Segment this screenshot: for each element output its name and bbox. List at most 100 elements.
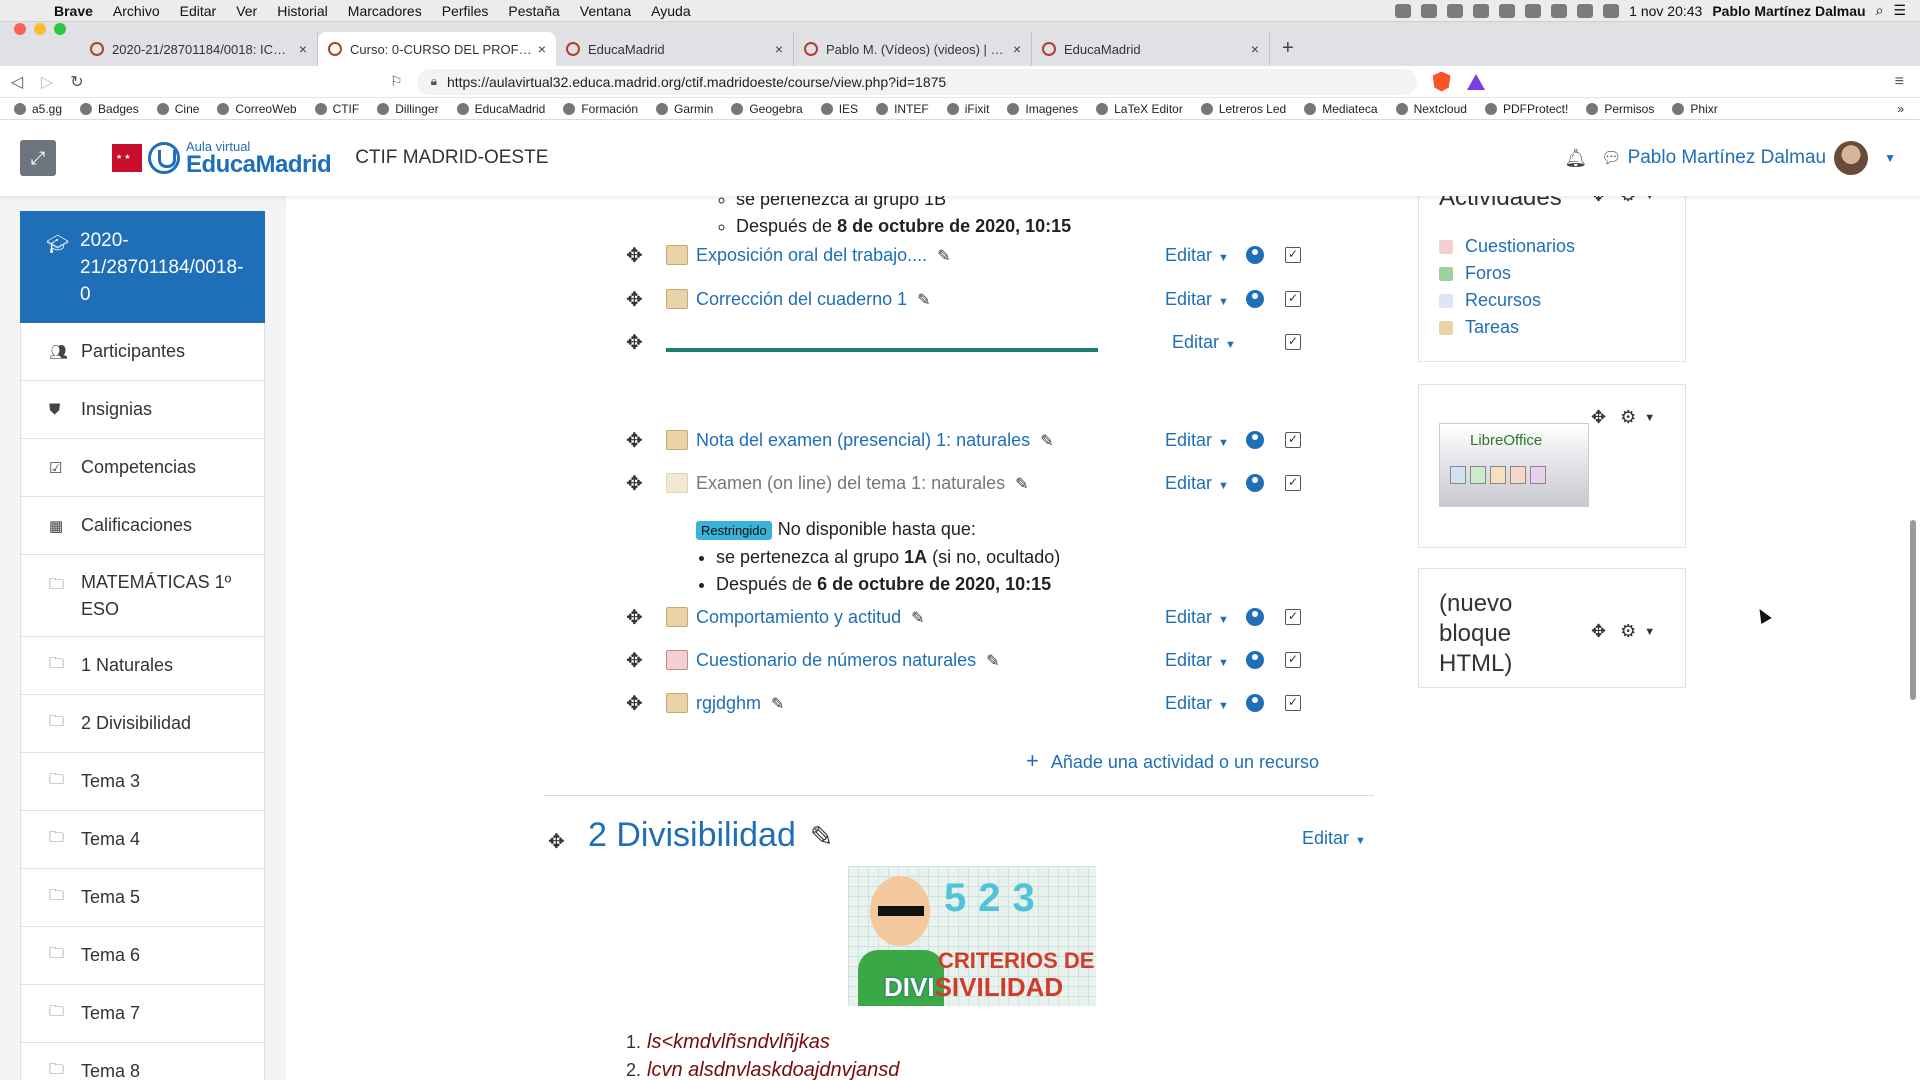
activity-link[interactable]: Cuestionario de números naturales ✎ xyxy=(696,650,1000,671)
browser-tab[interactable]: EducaMadrid × xyxy=(1032,32,1270,66)
caret-down-icon[interactable]: ▼ xyxy=(1644,412,1655,424)
activity-link[interactable]: Comportamiento y actitud ✎ xyxy=(696,607,925,628)
bookmark-item[interactable]: IES xyxy=(820,102,858,116)
bookmark-item[interactable]: INTEF xyxy=(876,102,929,116)
drawer-item-tema-5[interactable]: 🗀 Tema 5 xyxy=(20,869,265,927)
block-link-cuestionarios[interactable]: Cuestionarios xyxy=(1439,233,1575,260)
edit-menu-button[interactable]: Editar ▼ xyxy=(1165,607,1229,628)
drawer-item-tema-3[interactable]: 🗀 Tema 3 xyxy=(20,753,265,811)
move-icon[interactable]: ✥ xyxy=(1591,621,1606,642)
block-link-tareas[interactable]: Tareas xyxy=(1439,314,1575,341)
move-icon[interactable]: ✥ xyxy=(626,648,643,673)
section-edit-menu-button[interactable]: Editar ▼ xyxy=(1302,828,1366,849)
reload-icon[interactable]: ↻ xyxy=(64,72,90,92)
bookmark-icon[interactable]: ⚐ xyxy=(390,73,403,90)
browser-tab-active[interactable]: Curso: 0-CURSO DEL PROFESOR × xyxy=(318,32,556,66)
edit-menu-button[interactable]: Editar ▼ xyxy=(1165,650,1229,671)
drawer-item-matematicas[interactable]: 🗀 MATEMÁTICAS 1º ESO xyxy=(20,555,265,637)
calendar-icon[interactable] xyxy=(1603,3,1620,18)
move-icon[interactable]: ✥ xyxy=(626,691,643,716)
pencil-icon[interactable]: ✎ xyxy=(1040,433,1053,450)
completion-checkbox[interactable]: ✓ xyxy=(1285,334,1301,350)
drawer-item-competencias[interactable]: ☑ Competencias xyxy=(20,439,265,497)
bookmark-item[interactable]: EducaMadrid xyxy=(456,102,545,116)
close-tab-icon[interactable]: × xyxy=(299,41,307,57)
bookmark-item[interactable]: CTIF xyxy=(314,102,359,116)
chevron-down-icon[interactable]: ▼ xyxy=(1884,151,1896,165)
move-icon[interactable]: ✥ xyxy=(626,428,643,453)
add-activity-link[interactable]: + Añade una actividad o un recurso xyxy=(1026,748,1319,774)
close-window-icon[interactable] xyxy=(14,23,26,35)
bookmark-item[interactable]: iFixit xyxy=(946,102,989,116)
close-tab-icon[interactable]: × xyxy=(1251,41,1259,57)
user-role-icon[interactable] xyxy=(1246,694,1264,712)
move-icon[interactable]: ✥ xyxy=(626,243,643,268)
edit-menu-button[interactable]: Editar ▼ xyxy=(1165,245,1229,266)
completion-checkbox[interactable]: ✓ xyxy=(1285,247,1301,263)
avatar[interactable] xyxy=(1834,141,1869,175)
drawer-item-naturales[interactable]: 🗀 1 Naturales xyxy=(20,637,265,695)
bookmark-item[interactable]: Permisos xyxy=(1586,102,1654,116)
bookmark-item[interactable]: LaTeX Editor xyxy=(1096,102,1183,116)
menu-marcadores[interactable]: Marcadores xyxy=(338,3,432,19)
os-user-name[interactable]: Pablo Martínez Dalmau xyxy=(1712,3,1865,19)
site-logo[interactable]: Aula virtual EducaMadrid xyxy=(112,140,332,177)
forward-icon[interactable]: ▷ xyxy=(34,72,60,92)
bookmark-item[interactable]: Badges xyxy=(80,102,139,116)
user-role-icon[interactable] xyxy=(1246,651,1264,669)
pencil-icon[interactable]: ✎ xyxy=(810,821,833,852)
brave-rewards-icon[interactable] xyxy=(1466,73,1485,90)
edit-menu-button[interactable]: Editar ▼ xyxy=(1165,289,1229,310)
libreoffice-image[interactable]: LibreOffice xyxy=(1439,423,1589,507)
close-tab-icon[interactable]: × xyxy=(1013,41,1021,57)
bookmark-item[interactable]: Mediateca xyxy=(1304,102,1378,116)
drawer-toggle-button[interactable]: ⤢ xyxy=(20,140,56,176)
completion-checkbox[interactable]: ✓ xyxy=(1285,432,1301,448)
message-icon[interactable]: 💬︎ xyxy=(1601,148,1621,168)
user-role-icon[interactable] xyxy=(1246,246,1264,264)
bell-icon[interactable]: 🔔︎ xyxy=(1564,148,1587,169)
move-icon[interactable]: ✥ xyxy=(548,829,565,854)
drawer-item-tema-4[interactable]: 🗀 Tema 4 xyxy=(20,811,265,869)
page-scrollbar[interactable] xyxy=(1910,520,1916,700)
clock[interactable]: 1 nov 20:43 xyxy=(1629,3,1702,19)
gear-icon[interactable]: ⚙ xyxy=(1620,407,1636,428)
site-name[interactable]: CTIF MADRID-OESTE xyxy=(355,147,548,169)
bookmarks-overflow-button[interactable]: » xyxy=(1897,102,1904,116)
close-tab-icon[interactable]: × xyxy=(775,41,783,57)
user-menu-name[interactable]: Pablo Martínez Dalmau xyxy=(1628,147,1827,169)
move-icon[interactable]: ✥ xyxy=(626,287,643,312)
pencil-icon[interactable]: ✎ xyxy=(911,610,924,627)
edit-menu-button[interactable]: Editar ▼ xyxy=(1165,693,1229,714)
pencil-icon[interactable]: ✎ xyxy=(771,696,784,713)
pencil-icon[interactable]: ✎ xyxy=(986,653,999,670)
zoom-window-icon[interactable] xyxy=(54,23,66,35)
user-role-icon[interactable] xyxy=(1246,608,1264,626)
edit-menu-button[interactable]: Editar ▼ xyxy=(1165,430,1229,451)
minimize-window-icon[interactable] xyxy=(34,23,46,35)
drawer-course-item[interactable]: 🎓︎ 2020-21/28701184/0018-0 xyxy=(20,211,265,323)
gear-icon[interactable]: ⚙ xyxy=(1620,621,1636,642)
back-icon[interactable]: ◁ xyxy=(4,72,30,92)
menu-archivo[interactable]: Archivo xyxy=(103,3,170,19)
time-machine-icon[interactable] xyxy=(1499,3,1516,18)
bookmark-item[interactable]: Nextcloud xyxy=(1395,102,1467,116)
bookmark-item[interactable]: a5.gg xyxy=(14,102,62,116)
move-icon[interactable]: ✥ xyxy=(626,605,643,630)
bookmark-item[interactable]: Letreros Led xyxy=(1200,102,1286,116)
pencil-icon[interactable]: ✎ xyxy=(937,248,950,265)
menu-pestana[interactable]: Pestaña xyxy=(498,3,569,19)
browser-tab[interactable]: Pablo M. (Vídeos) (videos) | Me × xyxy=(794,32,1032,66)
menu-ver[interactable]: Ver xyxy=(226,3,267,19)
move-icon[interactable]: ✥ xyxy=(626,471,643,496)
drawer-item-insignias[interactable]: ⛊ Insignias xyxy=(20,381,265,439)
edit-menu-button[interactable]: Editar ▼ xyxy=(1172,332,1236,353)
menu-perfiles[interactable]: Perfiles xyxy=(432,3,499,19)
notification-icon[interactable] xyxy=(1473,3,1490,18)
drawer-item-tema-7[interactable]: 🗀 Tema 7 xyxy=(20,985,265,1043)
drawer-item-divisibilidad[interactable]: 🗀 2 Divisibilidad xyxy=(20,695,265,753)
block-link-recursos[interactable]: Recursos xyxy=(1439,287,1575,314)
activity-link[interactable]: Exposición oral del trabajo.... ✎ xyxy=(696,245,951,266)
edit-menu-button[interactable]: Editar ▼ xyxy=(1165,473,1229,494)
bookmark-item[interactable]: Dillinger xyxy=(377,102,439,116)
